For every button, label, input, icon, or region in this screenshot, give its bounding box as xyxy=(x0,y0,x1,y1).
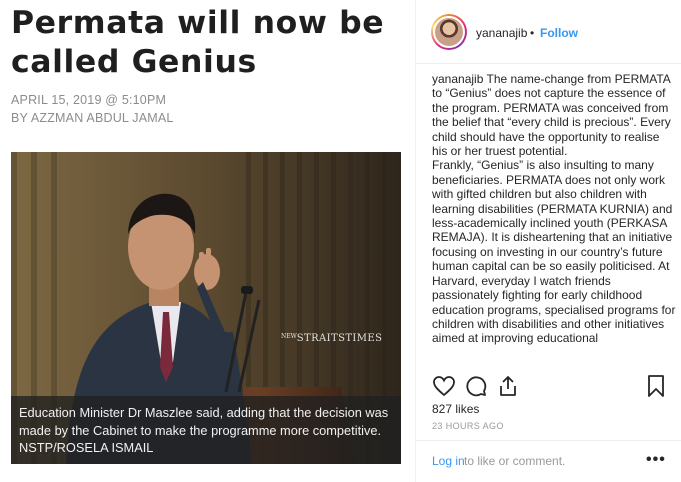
post-caption: yananajib The name-change from PERMATA t… xyxy=(432,72,677,364)
follow-button[interactable]: Follow xyxy=(540,26,578,40)
like-count[interactable]: 827 likes xyxy=(432,402,479,416)
article-photo[interactable]: NEWSTRAITSTIMES Education Minister Dr Ma… xyxy=(11,152,401,464)
news-article: Permata will now be called Genius APRIL … xyxy=(0,0,415,482)
article-byline: BY AZZMAN ABDUL JAMAL xyxy=(11,111,174,125)
post-timestamp[interactable]: 23 HOURS AGO xyxy=(432,421,504,431)
watermark-prefix: NEW xyxy=(281,333,297,340)
header-separator: • xyxy=(530,26,535,40)
avatar-image xyxy=(433,16,465,48)
comment-icon[interactable] xyxy=(464,374,488,398)
article-headline: Permata will now be called Genius xyxy=(11,5,385,80)
photo-watermark: NEWSTRAITSTIMES xyxy=(281,333,382,344)
instagram-post-panel: yananajib • Follow yananajib The name-ch… xyxy=(415,0,681,482)
avatar[interactable] xyxy=(431,14,467,50)
post-header: yananajib • Follow xyxy=(416,0,681,64)
watermark-text: STRAITSTIMES xyxy=(296,333,383,344)
more-options-button[interactable]: ••• xyxy=(646,451,666,469)
post-actions xyxy=(432,374,666,398)
article-date: APRIL 15, 2019 @ 5:10PM xyxy=(11,93,167,107)
bookmark-icon[interactable] xyxy=(644,374,668,398)
caption-username[interactable]: yananajib xyxy=(432,72,483,86)
share-icon[interactable] xyxy=(496,374,520,398)
username-link[interactable]: yananajib xyxy=(476,26,527,40)
login-link[interactable]: Log in xyxy=(432,454,465,468)
caption-paragraph-2: Frankly, “Genius” is also insulting to m… xyxy=(432,158,676,346)
photo-caption: Education Minister Dr Maszlee said, addi… xyxy=(11,396,401,464)
post-footer: Log in to like or comment. ••• xyxy=(416,440,681,482)
login-prompt-text: to like or comment. xyxy=(464,454,566,468)
heart-icon[interactable] xyxy=(432,374,456,398)
